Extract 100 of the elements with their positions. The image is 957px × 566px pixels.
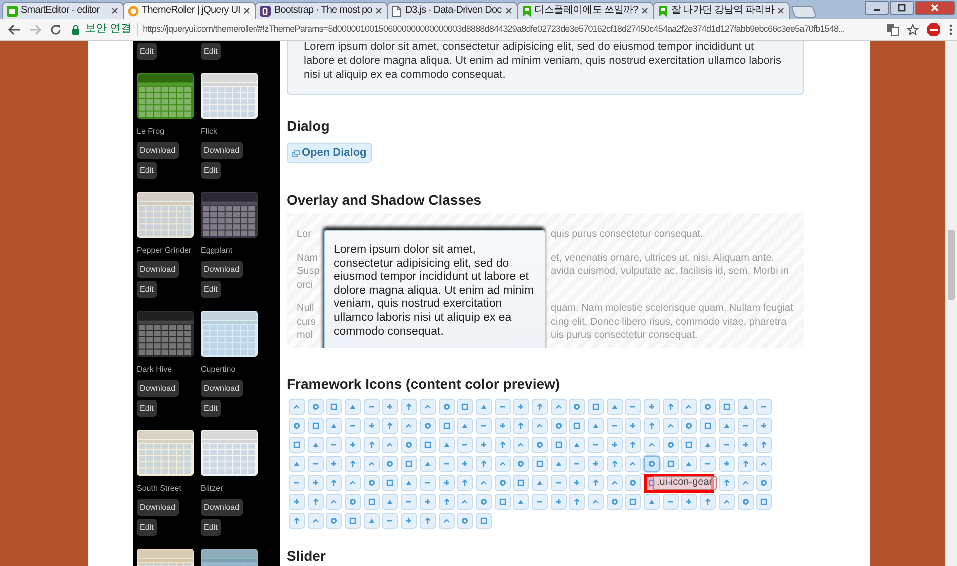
- icon-tile[interactable]: [326, 475, 342, 491]
- icon-tile[interactable]: [308, 513, 324, 529]
- browser-tab[interactable]: 잘 나가던 강남역 파리바: [653, 2, 790, 19]
- icon-tile[interactable]: [364, 437, 380, 453]
- edit-button[interactable]: Edit: [137, 162, 157, 179]
- icon-tile[interactable]: [308, 399, 324, 415]
- icon-tile[interactable]: [364, 418, 380, 434]
- download-button[interactable]: Download: [201, 380, 243, 397]
- icon-tile[interactable]: [588, 494, 604, 510]
- icon-tile[interactable]: [382, 456, 398, 472]
- icon-tile[interactable]: [625, 437, 642, 453]
- icon-tile[interactable]: [606, 475, 623, 491]
- icon-tile[interactable]: [438, 418, 454, 434]
- edit-button[interactable]: Edit: [137, 400, 157, 417]
- icon-tile[interactable]: [401, 399, 418, 415]
- icon-tile[interactable]: [625, 475, 642, 491]
- icon-tile[interactable]: [606, 399, 623, 415]
- icon-tile[interactable]: [513, 437, 530, 453]
- icon-tile[interactable]: [420, 437, 436, 453]
- close-icon[interactable]: [641, 7, 650, 15]
- icon-tile[interactable]: [308, 494, 324, 510]
- icon-tile[interactable]: [662, 494, 679, 510]
- icon-tile[interactable]: [438, 456, 454, 472]
- browser-tab[interactable]: Bootstrap · The most po: [255, 2, 388, 19]
- icon-tile[interactable]: [345, 399, 362, 415]
- icon-tile[interactable]: [382, 475, 398, 491]
- star-icon[interactable]: [907, 24, 919, 36]
- icon-tile[interactable]: [401, 418, 418, 434]
- icon-tile[interactable]: [625, 418, 642, 434]
- icon-tile[interactable]: [289, 437, 305, 453]
- icon-tile[interactable]: [550, 418, 567, 434]
- icon-tile[interactable]: [420, 399, 436, 415]
- scrollbar-thumb[interactable]: [948, 230, 955, 300]
- icon-tile[interactable]: [326, 399, 342, 415]
- icon-tile[interactable]: [756, 418, 772, 434]
- edit-button[interactable]: Edit: [201, 281, 221, 298]
- icon-tile[interactable]: [662, 399, 679, 415]
- icon-tile[interactable]: [718, 418, 735, 434]
- icon-tile[interactable]: [550, 437, 567, 453]
- icon-tile[interactable]: [438, 513, 454, 529]
- icon-tile[interactable]: [738, 494, 754, 510]
- icon-tile[interactable]: [700, 494, 716, 510]
- icon-tile[interactable]: [738, 456, 754, 472]
- icon-tile[interactable]: [606, 456, 623, 472]
- icon-tile[interactable]: [457, 513, 474, 529]
- icon-tile[interactable]: [382, 399, 398, 415]
- icon-tile[interactable]: [420, 494, 436, 510]
- icon-tile[interactable]: [308, 475, 324, 491]
- icon-tile[interactable]: [420, 418, 436, 434]
- icon-tile[interactable]: [513, 456, 530, 472]
- icon-tile[interactable]: [606, 437, 623, 453]
- icon-tile[interactable]: [532, 418, 548, 434]
- icon-tile[interactable]: [364, 399, 380, 415]
- icon-tile[interactable]: [289, 513, 305, 529]
- icon-tile[interactable]: [494, 399, 511, 415]
- download-button[interactable]: Download: [201, 142, 243, 159]
- icon-tile[interactable]: [476, 456, 492, 472]
- icon-tile[interactable]: [738, 475, 754, 491]
- download-button[interactable]: Download: [201, 499, 243, 516]
- icon-tile[interactable]: [326, 513, 342, 529]
- icon-tile[interactable]: [289, 399, 305, 415]
- icon-tile[interactable]: [326, 418, 342, 434]
- icon-tile[interactable]: [569, 418, 586, 434]
- icon-tile[interactable]: [756, 437, 772, 453]
- icon-tile[interactable]: [681, 494, 698, 510]
- download-button[interactable]: Download: [137, 499, 179, 516]
- download-button[interactable]: Download: [137, 261, 179, 278]
- icon-tile[interactable]: [494, 418, 511, 434]
- icon-tile[interactable]: [756, 399, 772, 415]
- icon-tile[interactable]: [662, 437, 679, 453]
- icon-tile[interactable]: [401, 475, 418, 491]
- download-button[interactable]: Download: [137, 380, 179, 397]
- icon-tile[interactable]: [756, 475, 772, 491]
- icon-tile[interactable]: [494, 437, 511, 453]
- icon-tile[interactable]: [700, 456, 716, 472]
- icon-tile[interactable]: [345, 418, 362, 434]
- icon-tile[interactable]: [588, 456, 604, 472]
- icon-tile[interactable]: [700, 418, 716, 434]
- icon-tile[interactable]: [718, 475, 735, 491]
- minimize-button[interactable]: [865, 1, 889, 15]
- reload-icon[interactable]: [50, 24, 62, 36]
- icon-tile[interactable]: [681, 437, 698, 453]
- icon-tile[interactable]: [662, 456, 679, 472]
- icon-tile[interactable]: [718, 399, 735, 415]
- icon-tile[interactable]: [345, 494, 362, 510]
- icon-tile[interactable]: [532, 437, 548, 453]
- icon-tile[interactable]: [364, 475, 380, 491]
- icon-tile[interactable]: [420, 513, 436, 529]
- close-icon[interactable]: [243, 7, 252, 15]
- icon-tile[interactable]: [588, 418, 604, 434]
- icon-tile[interactable]: [476, 513, 492, 529]
- icon-tile[interactable]: [289, 475, 305, 491]
- icon-tile[interactable]: [588, 437, 604, 453]
- icon-tile[interactable]: [625, 399, 642, 415]
- menu-icon[interactable]: [949, 24, 953, 36]
- icon-tile[interactable]: [550, 456, 567, 472]
- icon-tile[interactable]: [457, 456, 474, 472]
- browser-tab[interactable]: D3.js - Data-Driven Doc: [387, 2, 518, 19]
- icon-tile[interactable]: [438, 494, 454, 510]
- icon-tile[interactable]: [569, 399, 586, 415]
